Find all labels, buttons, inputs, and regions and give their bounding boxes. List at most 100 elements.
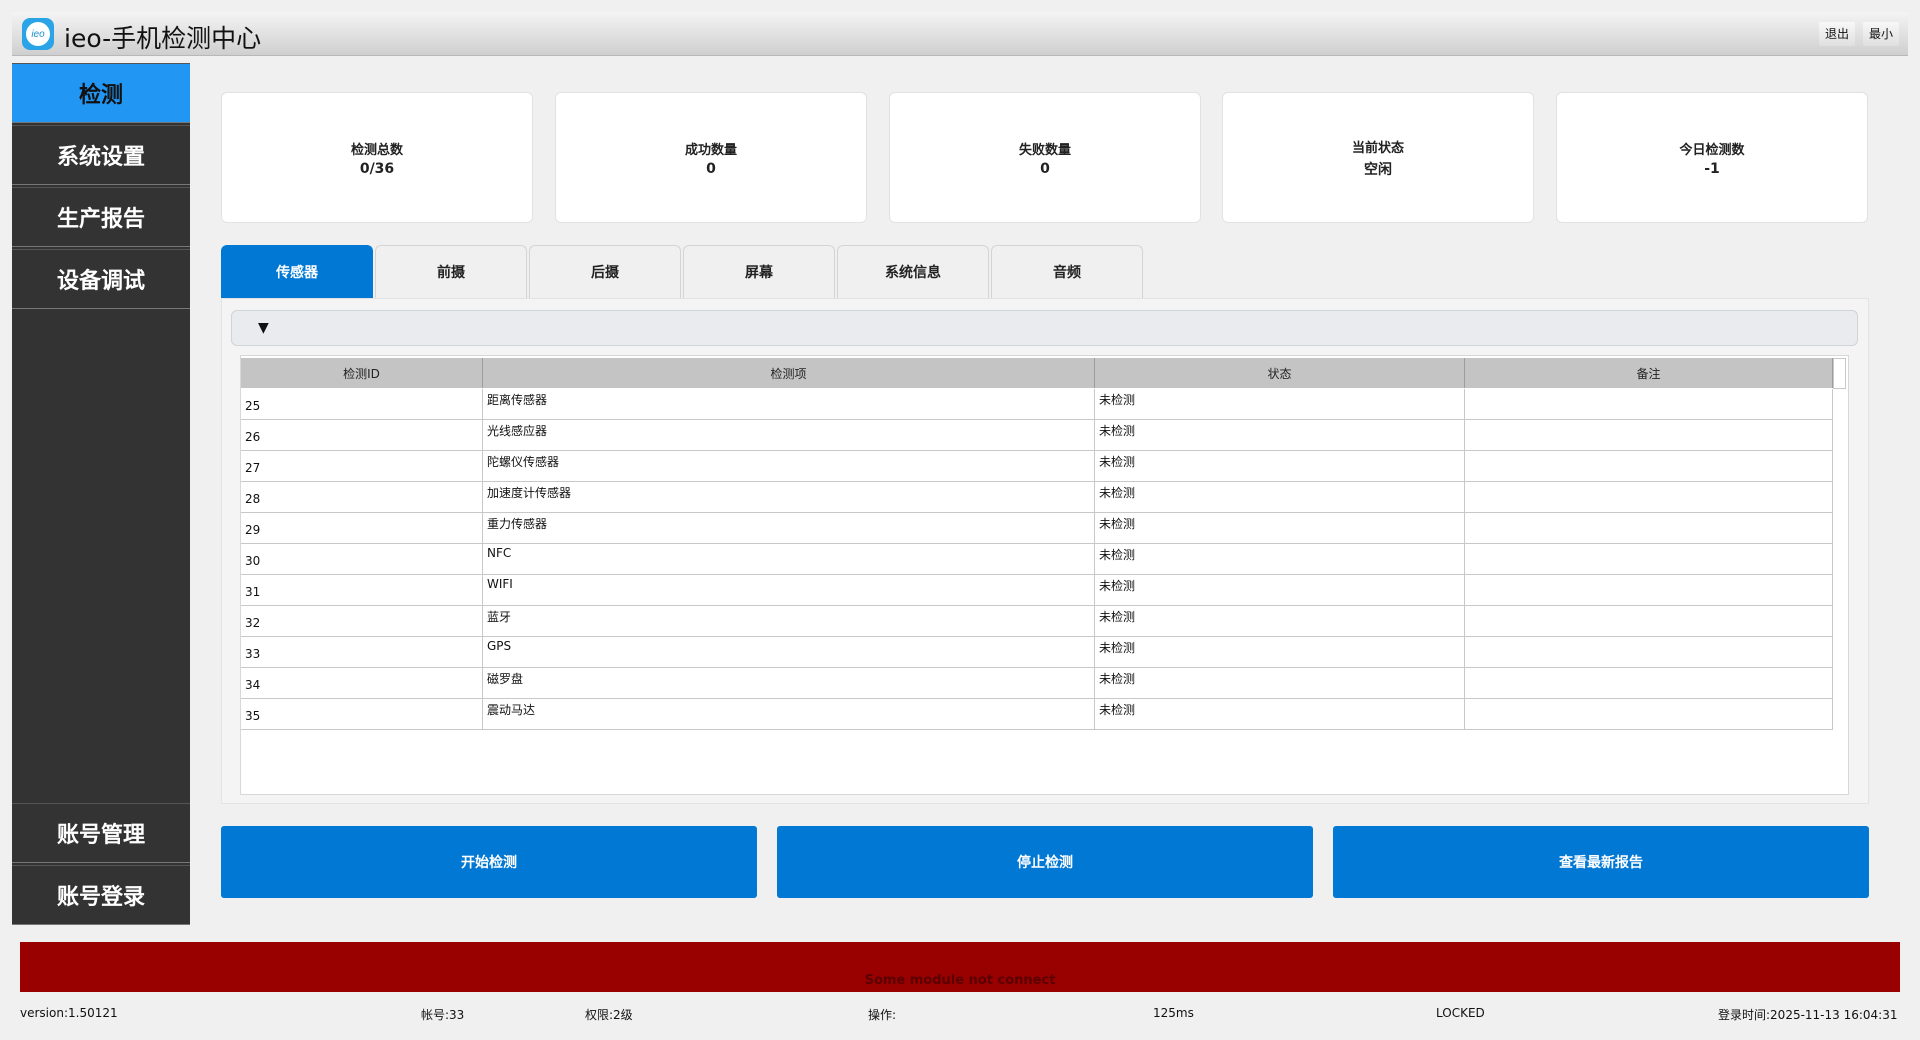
stat-label: 成功数量 [684,142,737,158]
cell-id: 34 [241,668,483,699]
tab-screen[interactable]: 屏幕 [683,245,835,298]
cell-status: 未检测 [1095,513,1465,544]
stat-value: 0 [1040,160,1050,177]
sidebar-item-device-debug[interactable]: 设备调试 [12,249,190,309]
stat-value: 空闲 [1364,161,1392,178]
status-latency: 125ms [1153,1006,1194,1020]
table-row[interactable]: 27 陀螺仪传感器 未检测 [241,451,1833,482]
view-report-button[interactable]: 查看最新报告 [1333,826,1869,898]
column-header-id[interactable]: 检测ID [241,358,483,388]
cell-status: 未检测 [1095,699,1465,730]
sensor-table: 检测ID 检测项 状态 备注 25 距离传感器 未检测 26 光线感应器 未检测 27 陀螺仪… [240,355,1849,795]
sidebar-item-detect[interactable]: 检测 [12,63,190,123]
status-account: 帐号:33 [421,1008,465,1022]
table-row[interactable]: 26 光线感应器 未检测 [241,420,1833,451]
tab-front-camera[interactable]: 前摄 [375,245,527,298]
stat-label: 失败数量 [1018,142,1071,158]
tab-audio[interactable]: 音频 [991,245,1143,298]
title-bar: ieo ieo-手机检测中心 退出 最小 [12,12,1908,56]
cell-item: 光线感应器 [483,420,1095,451]
cell-status: 未检测 [1095,389,1465,420]
app-logo-text: ieo [26,22,50,46]
status-lock: LOCKED [1436,1006,1485,1020]
cell-id: 27 [241,451,483,482]
cell-id: 26 [241,420,483,451]
error-banner: Some module not connect [20,942,1900,992]
cell-id: 30 [241,544,483,575]
table-header: 检测ID 检测项 状态 备注 [241,358,1833,388]
cell-note [1465,420,1833,451]
cell-status: 未检测 [1095,637,1465,668]
cell-note [1465,451,1833,482]
collapse-bar[interactable]: ▼ [231,310,1858,346]
stat-card-success: 成功数量 0 [555,92,867,223]
cell-note [1465,606,1833,637]
status-permission: 权限:2级 [585,1008,633,1022]
table-row[interactable]: 34 磁罗盘 未检测 [241,668,1833,699]
cell-item: 陀螺仪传感器 [483,451,1095,482]
cell-id: 28 [241,482,483,513]
table-row[interactable]: 32 蓝牙 未检测 [241,606,1833,637]
cell-item: 磁罗盘 [483,668,1095,699]
cell-item: NFC [483,544,1095,575]
stat-value: 0/36 [359,160,395,177]
cell-item: WIFI [483,575,1095,606]
cell-id: 31 [241,575,483,606]
cell-status: 未检测 [1095,668,1465,699]
column-header-item[interactable]: 检测项 [483,358,1095,388]
stat-card-status: 当前状态 空闲 [1222,92,1534,223]
exit-button[interactable]: 退出 [1819,22,1856,46]
table-row[interactable]: 33 GPS 未检测 [241,637,1833,668]
cell-id: 33 [241,637,483,668]
table-row[interactable]: 31 WIFI 未检测 [241,575,1833,606]
cell-item: 震动马达 [483,699,1095,730]
tab-rear-camera[interactable]: 后摄 [529,245,681,298]
stat-label: 检测总数 [350,142,403,158]
stop-detect-button[interactable]: 停止检测 [777,826,1313,898]
sidebar-item-system-settings[interactable]: 系统设置 [12,125,190,185]
app-title: ieo-手机检测中心 [64,24,262,53]
tab-sensor[interactable]: 传感器 [221,245,373,298]
tab-system-info[interactable]: 系统信息 [837,245,989,298]
error-message: Some module not connect [864,973,1056,988]
cell-item: 重力传感器 [483,513,1095,544]
table-row[interactable]: 25 距离传感器 未检测 [241,389,1833,420]
app-logo-icon: ieo [22,18,54,50]
table-row[interactable]: 35 震动马达 未检测 [241,699,1833,730]
sidebar-item-production-report[interactable]: 生产报告 [12,187,190,247]
table-row[interactable]: 30 NFC 未检测 [241,544,1833,575]
cell-item: 距离传感器 [483,389,1095,420]
cell-note [1465,389,1833,420]
status-version: version:1.50121 [20,1006,118,1020]
cell-status: 未检测 [1095,451,1465,482]
cell-note [1465,513,1833,544]
cell-note [1465,699,1833,730]
cell-id: 35 [241,699,483,730]
cell-id: 25 [241,389,483,420]
start-detect-button[interactable]: 开始检测 [221,826,757,898]
cell-status: 未检测 [1095,420,1465,451]
cell-status: 未检测 [1095,482,1465,513]
sidebar-item-account-login[interactable]: 账号登录 [12,865,190,925]
minimize-button[interactable]: 最小 [1863,22,1900,46]
column-header-status[interactable]: 状态 [1095,358,1465,388]
sidebar-item-account-management[interactable]: 账号管理 [12,803,190,863]
cell-note [1465,668,1833,699]
stat-value: -1 [1704,160,1720,177]
stat-label: 今日检测数 [1679,142,1745,158]
status-operation: 操作: [868,1008,897,1022]
cell-status: 未检测 [1095,606,1465,637]
table-row[interactable]: 28 加速度计传感器 未检测 [241,482,1833,513]
cell-item: GPS [483,637,1095,668]
status-login-time: 登录时间:2025-11-13 16:04:31 [1718,1008,1898,1022]
table-body: 25 距离传感器 未检测 26 光线感应器 未检测 27 陀螺仪传感器 未检测 28 加速度计传感器… [241,389,1833,730]
triangle-down-icon[interactable]: ▼ [258,320,269,336]
stat-label: 当前状态 [1351,140,1404,156]
cell-item: 加速度计传感器 [483,482,1095,513]
cell-id: 32 [241,606,483,637]
column-header-note[interactable]: 备注 [1465,358,1833,388]
table-row[interactable]: 29 重力传感器 未检测 [241,513,1833,544]
stat-card-failed: 失败数量 0 [889,92,1201,223]
cell-note [1465,482,1833,513]
cell-item: 蓝牙 [483,606,1095,637]
